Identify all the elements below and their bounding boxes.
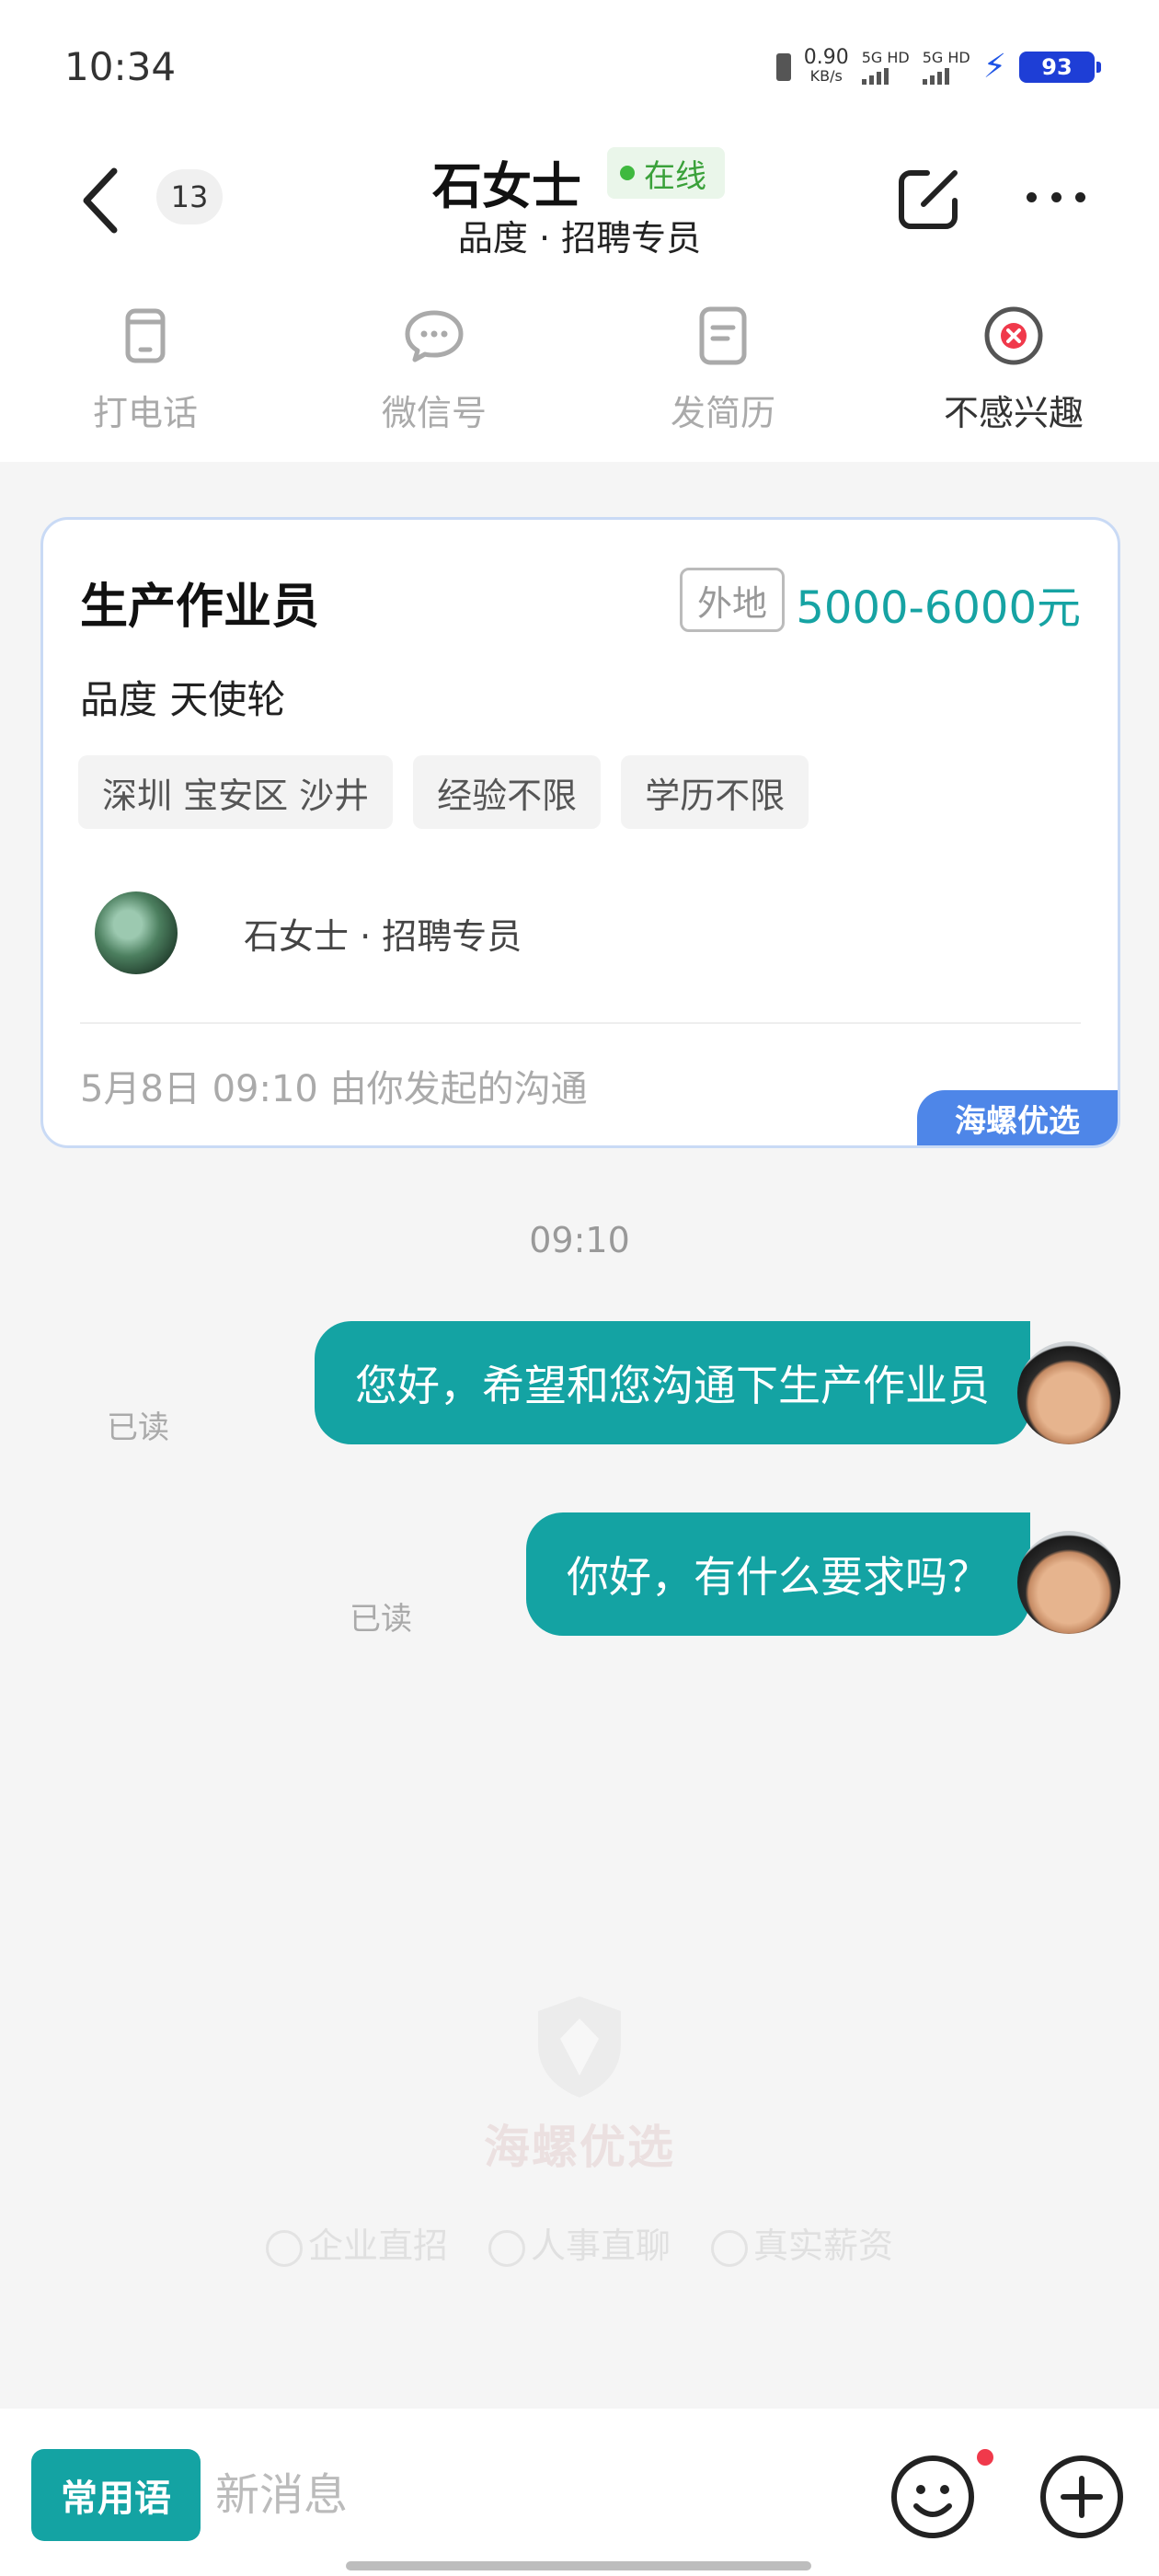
job-tags: 深圳 宝安区 沙井 经验不限 学历不限: [78, 755, 809, 829]
plus-icon: [1040, 2455, 1123, 2538]
watermark-features: 企业直招 人事直聊 真实薪资: [0, 2217, 1159, 2268]
home-indicator[interactable]: [346, 2561, 811, 2570]
not-interested-action-label: 不感兴趣: [943, 393, 1084, 433]
edit-button[interactable]: [894, 166, 962, 234]
message-input[interactable]: [215, 2458, 841, 2532]
wechat-action-label: 微信号: [381, 393, 487, 433]
watermark-feature-label: 人事直聊: [530, 2225, 671, 2266]
chat-message-text: 您好，希望和您沟通下生产作业员: [355, 1361, 990, 1410]
network-speed-value: 0.90: [803, 45, 849, 69]
recruiter-row[interactable]: 石女士 · 招聘专员: [95, 891, 522, 974]
network-speed: 0.90 KB/s: [803, 45, 849, 86]
status-icons: 0.90 KB/s 5G HD 5G HD ⚡ 93: [775, 45, 1101, 86]
send-resume-action[interactable]: 发简历: [613, 304, 833, 435]
status-time: 10:34: [64, 44, 177, 89]
chat-message-bubble[interactable]: 您好，希望和您沟通下生产作业员: [315, 1321, 1030, 1444]
my-avatar[interactable]: [1017, 1341, 1120, 1444]
recruiter-avatar[interactable]: [95, 891, 178, 974]
common-phrases-button[interactable]: 常用语: [31, 2449, 201, 2541]
status-bar: 10:34 0.90 KB/s 5G HD 5G HD ⚡ 93: [0, 0, 1159, 138]
watermark-feature: 真实薪资: [711, 2217, 893, 2268]
wechat-action[interactable]: 微信号: [324, 304, 545, 435]
contact-subtitle: 品度 · 招聘专员: [457, 218, 702, 259]
chat-message-text: 你好，有什么要求吗？: [567, 1552, 990, 1602]
watermark-feature-label: 企业直招: [307, 2225, 448, 2266]
watermark-feature: 企业直招: [265, 2217, 448, 2268]
emoji-button[interactable]: [889, 2453, 977, 2541]
job-tag-experience: 经验不限: [413, 755, 602, 829]
edit-icon: [899, 170, 958, 229]
signal-sim2-icon: 5G HD: [922, 48, 970, 85]
online-status-badge: 在线: [607, 147, 725, 199]
brand-ribbon: 海螺优选: [917, 1090, 1118, 1145]
charging-bolt-icon: ⚡: [982, 48, 1006, 86]
wechat-icon: [405, 310, 464, 362]
chat-header: 13 石女士 在线 品度 · 招聘专员: [0, 138, 1159, 285]
sim2-label: 5G HD: [922, 48, 970, 66]
read-receipt: 已读: [350, 1601, 412, 1638]
not-interested-icon: [984, 306, 1043, 365]
check-circle-icon: [488, 2229, 525, 2267]
battery-level: 93: [1041, 53, 1073, 80]
job-card[interactable]: 生产作业员 外地 5000-6000元 品度 天使轮 深圳 宝安区 沙井 经验不…: [40, 517, 1120, 1148]
action-row: 打电话 微信号 发简历 不感兴趣: [0, 285, 1159, 462]
battery-icon: 93: [1019, 51, 1101, 83]
send-resume-action-label: 发简历: [670, 393, 775, 433]
sim1-label: 5G HD: [861, 48, 910, 66]
job-tag-education: 学历不限: [621, 755, 809, 829]
more-attachments-button[interactable]: [1038, 2453, 1126, 2541]
recruiter-info: 石女士 · 招聘专员: [244, 915, 522, 957]
job-tag-location: 深圳 宝安区 沙井: [78, 755, 394, 829]
call-action[interactable]: 打电话: [35, 304, 256, 435]
chat-time-separator: 09:10: [529, 1220, 630, 1260]
card-divider: [80, 1022, 1081, 1024]
check-circle-icon: [265, 2229, 303, 2267]
call-action-label: 打电话: [92, 393, 198, 433]
message-input-bar: 常用语: [0, 2409, 1159, 2576]
watermark-feature: 人事直聊: [488, 2217, 671, 2268]
phone-icon: [125, 308, 166, 363]
signal-sim1-icon: 5G HD: [861, 48, 910, 85]
remote-location-tag: 外地: [680, 568, 786, 632]
watermark-feature-label: 真实薪资: [753, 2225, 894, 2266]
contact-name: 石女士: [432, 157, 581, 215]
watermark-brand: 海螺优选: [484, 2121, 675, 2174]
chat-message-bubble[interactable]: 你好，有什么要求吗？: [526, 1512, 1030, 1636]
online-status-label: 在线: [644, 157, 706, 195]
not-interested-action[interactable]: 不感兴趣: [903, 304, 1124, 435]
resume-icon: [699, 306, 747, 365]
shield-logo-icon: [538, 1996, 621, 2098]
brand-watermark: 海螺优选 企业直招 人事直聊 真实薪资: [0, 1991, 1159, 2268]
sim-card-icon: [775, 52, 791, 81]
network-speed-unit: KB/s: [809, 66, 843, 85]
read-receipt: 已读: [107, 1409, 169, 1446]
salary-range: 5000-6000元: [796, 582, 1081, 634]
emoji-icon: [891, 2455, 974, 2538]
company-info: 品度 天使轮: [80, 677, 286, 722]
more-options-button[interactable]: [1027, 178, 1085, 215]
conversation-started-note: 5月8日 09:10 由你发起的沟通: [80, 1068, 588, 1110]
my-avatar[interactable]: [1017, 1531, 1120, 1634]
check-circle-icon: [711, 2229, 748, 2267]
job-title: 生产作业员: [80, 580, 320, 635]
notification-dot: [977, 2449, 993, 2466]
online-dot-icon: [620, 166, 635, 180]
